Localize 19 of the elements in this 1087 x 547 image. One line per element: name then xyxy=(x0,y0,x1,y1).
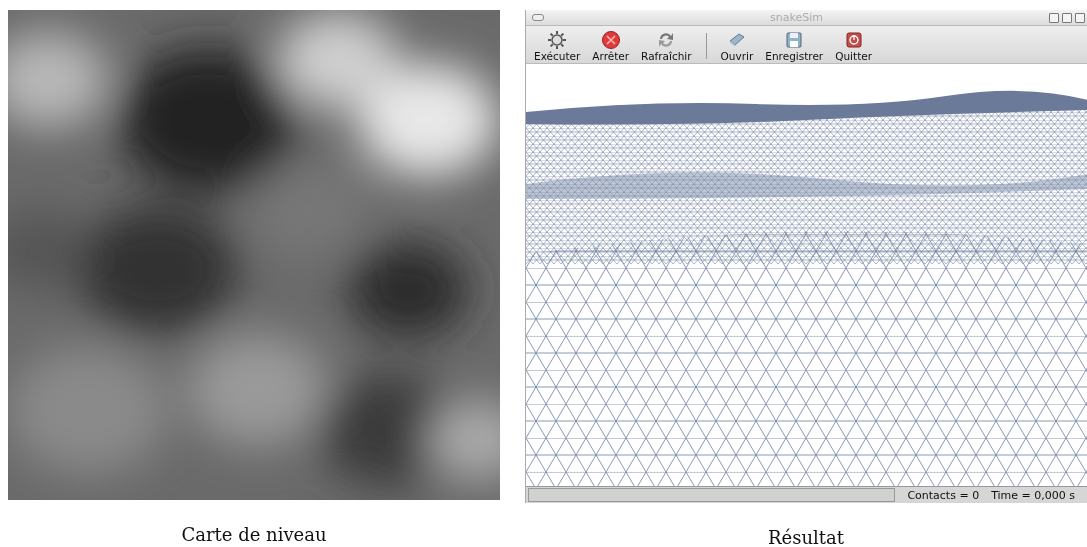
run-button[interactable]: Exécuter xyxy=(530,30,585,62)
power-icon xyxy=(843,30,864,50)
contacts-count: Contacts = 0 xyxy=(907,488,980,502)
figure-caption: Résultat xyxy=(767,527,845,547)
stop-icon xyxy=(600,30,621,50)
open-button[interactable]: Ouvrir xyxy=(716,30,758,62)
time-readout: Time = 0,000 s xyxy=(991,488,1075,502)
maximize-button[interactable] xyxy=(1062,12,1072,23)
save-button[interactable]: Enregistrer xyxy=(761,30,828,62)
stop-button[interactable]: Arrêter xyxy=(588,30,634,62)
window-menu-button[interactable] xyxy=(532,14,544,21)
minimize-button[interactable] xyxy=(1049,12,1059,23)
close-button[interactable] xyxy=(1075,12,1085,23)
floppy-icon xyxy=(784,30,805,50)
gear-icon xyxy=(547,30,568,50)
figure-caption: Carte de niveau xyxy=(180,524,328,545)
window-title: snakeSim xyxy=(770,11,823,24)
quit-button[interactable]: Quitter xyxy=(831,30,877,62)
refresh-button[interactable]: Rafraîchir xyxy=(637,30,696,62)
